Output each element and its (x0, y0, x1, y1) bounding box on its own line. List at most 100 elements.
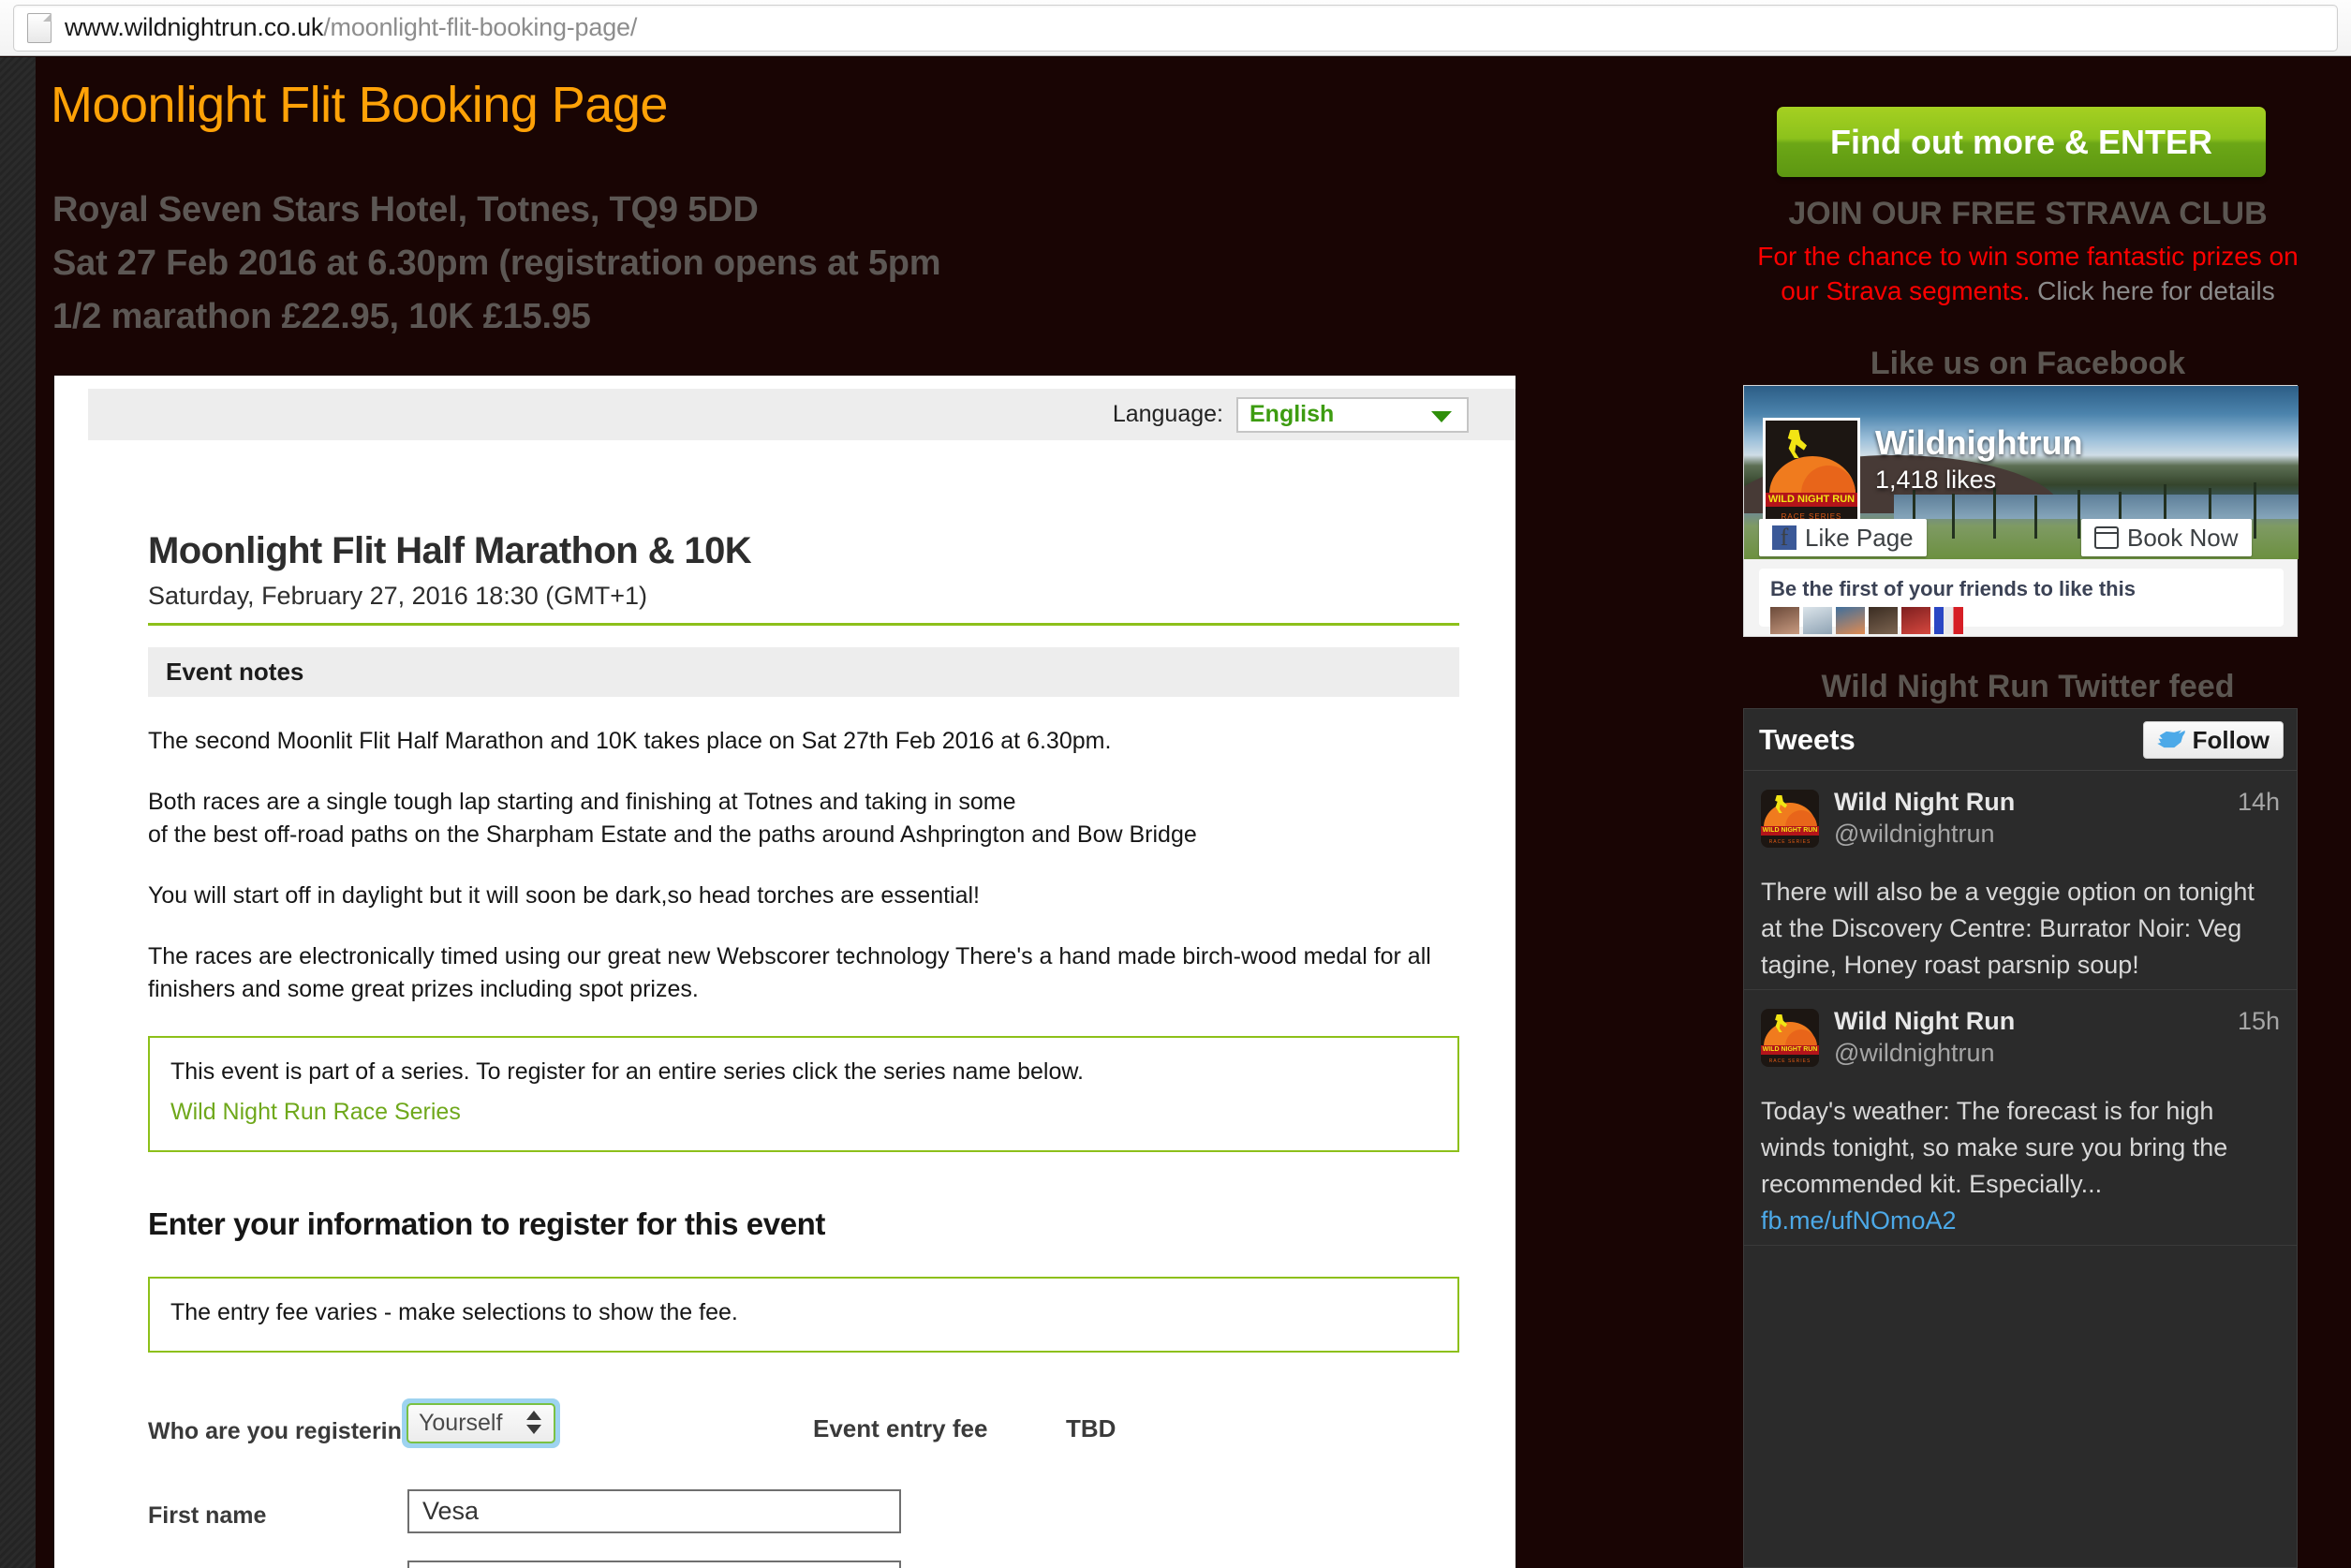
avatar (1869, 607, 1898, 634)
calendar-icon (2094, 526, 2119, 549)
event-notes-header: Event notes (148, 647, 1459, 697)
cover-tree (1993, 488, 1996, 539)
tweet-age: 14h (2238, 788, 2280, 817)
url-text: www.wildnightrun.co.uk/moonlight-flit-bo… (65, 13, 637, 42)
site-body: Moonlight Flit Booking Page Royal Seven … (0, 57, 2351, 1568)
avatar (1803, 607, 1832, 634)
twitter-bird-icon (2157, 729, 2185, 751)
wild-night-run-logo-icon: WILD NIGHT RUN RACE SERIES (1761, 1009, 1819, 1067)
twitter-feed-widget: Tweets Follow WILD NIGHT RUN RACE SERIES… (1743, 708, 2298, 1568)
cover-tree (1952, 494, 1955, 539)
logo-band-text: WILD NIGHT RUN (1761, 1045, 1819, 1055)
fee-notice-box: The entry fee varies - make selections t… (148, 1277, 1459, 1353)
strava-note[interactable]: For the chance to win some fantastic pri… (1747, 239, 2309, 308)
address-field[interactable]: www.wildnightrun.co.uk/moonlight-flit-bo… (13, 5, 2338, 52)
tweet-age: 15h (2238, 1007, 2280, 1036)
strava-club-heading: JOIN OUR FREE STRAVA CLUB (1737, 196, 2318, 232)
find-out-more-enter-button[interactable]: Find out more & ENTER (1777, 107, 2266, 177)
wild-night-run-logo-icon: WILD NIGHT RUN RACE SERIES (1763, 418, 1860, 528)
series-notice-text: This event is part of a series. To regis… (170, 1058, 1437, 1086)
tweet-author-name: Wild Night Run (1834, 788, 2015, 817)
cover-tree (2254, 482, 2256, 539)
tweet-item[interactable]: WILD NIGHT RUN RACE SERIES Wild Night Ru… (1744, 990, 2297, 1246)
stepper-arrows-icon (526, 1411, 541, 1434)
notes-paragraph-3: of the best off-road paths on the Sharph… (148, 819, 1459, 851)
tweet-link[interactable]: fb.me/ufNOmoA2 (1761, 1206, 1957, 1235)
avatar (1901, 607, 1930, 634)
left-edge-texture (0, 57, 36, 1568)
tweet-author-name: Wild Night Run (1834, 1007, 2015, 1036)
event-subheading: Royal Seven Stars Hotel, Totnes, TQ9 5DD… (52, 184, 1270, 344)
document-icon (27, 13, 52, 43)
browser-url-bar: www.wildnightrun.co.uk/moonlight-flit-bo… (0, 0, 2351, 56)
tweet-author-handle: @wildnightrun (1834, 1039, 1995, 1068)
twitter-feed-heading: Wild Night Run Twitter feed (1737, 669, 2318, 705)
panel-body: Moonlight Flit Half Marathon & 10K Satur… (148, 530, 1459, 1568)
tweet-author-handle: @wildnightrun (1834, 820, 1995, 849)
facebook-friends-text: Be the first of your friends to like thi… (1770, 577, 2272, 601)
event-datetime: Saturday, February 27, 2016 18:30 (GMT+1… (148, 582, 1459, 611)
facebook-heading: Like us on Facebook (1737, 346, 2318, 382)
find-out-more-enter-label: Find out more & ENTER (1830, 123, 2212, 162)
event-entry-fee-label: Event entry fee (813, 1414, 987, 1443)
registration-form: Who are you registering? Yourself Event … (148, 1405, 1459, 1568)
tweet-text: Today's weather: The forecast is for hig… (1761, 1093, 2280, 1239)
who-selected-value: Yourself (419, 1410, 502, 1437)
form-row-who: Who are you registering? Yourself Event … (148, 1405, 1459, 1476)
avatar (1770, 607, 1799, 634)
facebook-page-widget: WILD NIGHT RUN RACE SERIES Wildnightrun … (1743, 385, 2298, 637)
facebook-page-name: Wildnightrun (1875, 423, 2083, 463)
divider (148, 623, 1459, 626)
chevron-down-icon (1431, 411, 1452, 422)
facebook-like-page-label: Like Page (1805, 524, 1914, 553)
language-label: Language: (1113, 401, 1223, 428)
tweet-text: There will also be a veggie option on to… (1761, 874, 2280, 984)
facebook-icon: f (1772, 525, 1797, 550)
facebook-like-count: 1,418 likes (1875, 466, 1996, 495)
event-entry-fee-value: TBD (1066, 1414, 1116, 1443)
cover-tree (2034, 496, 2037, 539)
facebook-friend-avatars (1770, 607, 2272, 634)
tweet-text-body: Today's weather: The forecast is for hig… (1761, 1097, 2227, 1198)
subhead-prices: 1/2 marathon £22.95, 10K £15.95 (52, 290, 1270, 344)
who-select-focus-ring: Yourself (402, 1398, 560, 1448)
fee-notice-text: The entry fee varies - make selections t… (170, 1299, 1437, 1326)
language-bar: Language: English (88, 389, 1516, 440)
registration-heading: Enter your information to register for t… (148, 1206, 1459, 1242)
booking-panel: Language: English Moonlight Flit Half Ma… (54, 376, 1516, 1568)
facebook-like-page-button[interactable]: f Like Page (1759, 519, 1927, 556)
subhead-datetime: Sat 27 Feb 2016 at 6.30pm (registration … (52, 237, 1270, 290)
subhead-venue: Royal Seven Stars Hotel, Totnes, TQ9 5DD (52, 184, 1270, 237)
notes-paragraph-1: The second Moonlit Flit Half Marathon an… (148, 725, 1459, 758)
logo-band-text: WILD NIGHT RUN (1766, 493, 1857, 507)
form-row-first-name: First name Vesa (148, 1489, 1459, 1561)
language-select[interactable]: English (1236, 397, 1469, 433)
form-row-last-name: Last name Suomalainen (148, 1561, 1459, 1568)
facebook-cover-photo: WILD NIGHT RUN RACE SERIES Wildnightrun … (1744, 386, 2299, 559)
series-notice-box: This event is part of a series. To regis… (148, 1036, 1459, 1152)
twitter-widget-title: Tweets (1759, 723, 1856, 757)
cover-tree (2077, 490, 2080, 539)
logo-sub-text: RACE SERIES (1761, 1058, 1819, 1064)
facebook-friends-panel: Be the first of your friends to like thi… (1759, 569, 2284, 627)
url-path: /moonlight-flit-booking-page/ (323, 13, 637, 41)
facebook-book-now-label: Book Now (2127, 524, 2239, 553)
first-name-label: First name (148, 1502, 266, 1530)
logo-sub-text: RACE SERIES (1761, 839, 1819, 845)
notes-paragraph-2: Both races are a single tough lap starti… (148, 786, 1459, 819)
wild-night-run-logo-icon: WILD NIGHT RUN RACE SERIES (1761, 790, 1819, 848)
notes-paragraph-5: The races are electronically timed using… (148, 940, 1459, 1006)
tweet-item[interactable]: WILD NIGHT RUN RACE SERIES Wild Night Ru… (1744, 771, 2297, 990)
language-selected-value: English (1249, 401, 1334, 428)
who-select[interactable]: Yourself (407, 1403, 555, 1443)
series-link[interactable]: Wild Night Run Race Series (170, 1099, 1437, 1126)
twitter-widget-header: Tweets Follow (1744, 709, 2297, 771)
first-name-input[interactable]: Vesa (407, 1489, 901, 1533)
twitter-follow-button[interactable]: Follow (2143, 721, 2284, 759)
last-name-input[interactable]: Suomalainen (407, 1561, 901, 1568)
page-title: Moonlight Flit Booking Page (51, 76, 668, 134)
event-name: Moonlight Flit Half Marathon & 10K (148, 530, 1459, 572)
avatar (1934, 607, 1963, 634)
who-label: Who are you registering? (148, 1418, 430, 1445)
facebook-book-now-button[interactable]: Book Now (2081, 519, 2252, 556)
